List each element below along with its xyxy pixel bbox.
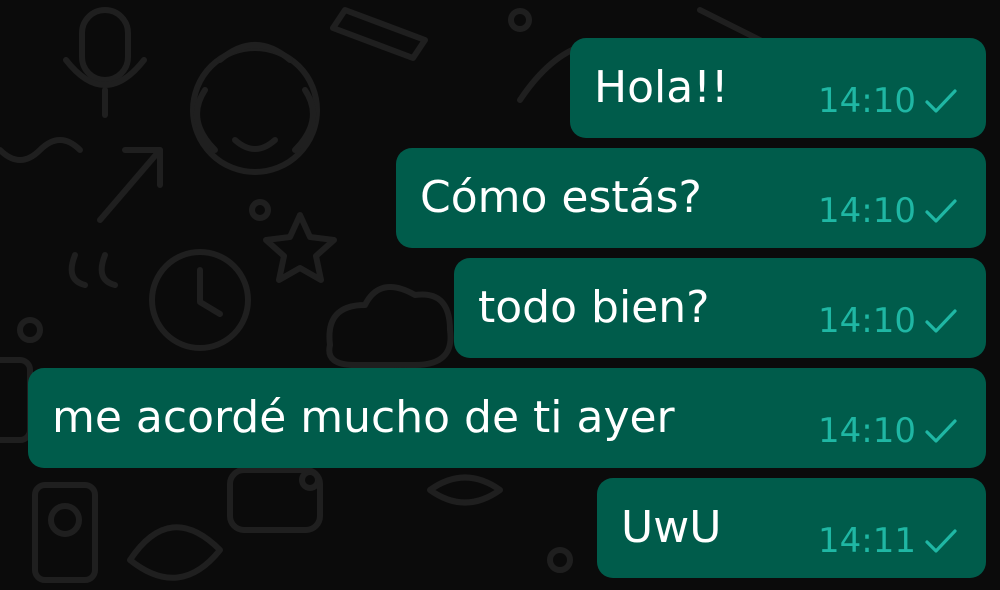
message-time: 14:10 [818, 301, 916, 341]
single-check-icon [924, 197, 958, 225]
arrow-doodle-icon [97, 147, 163, 223]
cloud-doodle-icon [326, 284, 454, 368]
message-bubble[interactable]: todo bien? 14:10 [454, 258, 986, 358]
single-check-icon [924, 417, 958, 445]
quote-doodle-icon [68, 252, 118, 288]
message-meta: 14:11 [818, 524, 958, 558]
message-meta: 14:10 [818, 194, 958, 228]
message-text: todo bien? [478, 282, 710, 333]
message-time: 14:10 [818, 81, 916, 121]
chat-window: Hola!! 14:10 Cómo estás? 14:10 todo bien… [0, 0, 1000, 590]
message-meta: 14:10 [818, 84, 958, 118]
message-bubble[interactable]: me acordé mucho de ti ayer 14:10 [28, 368, 986, 468]
star-doodle-icon [263, 212, 337, 283]
message-bubble[interactable]: Hola!! 14:10 [570, 38, 986, 138]
message-time: 14:10 [818, 411, 916, 451]
single-check-icon [924, 307, 958, 335]
message-text: me acordé mucho de ti ayer [52, 392, 675, 443]
message-text: Hola!! [594, 62, 729, 113]
message-time: 14:11 [818, 521, 916, 561]
monkey-doodle-icon [190, 42, 320, 175]
pencil-doodle-icon [330, 7, 428, 61]
microphone-doodle-icon [63, 7, 147, 118]
message-text: Cómo estás? [420, 172, 702, 223]
clock-doodle-icon [149, 249, 251, 351]
message-meta: 14:10 [818, 414, 958, 448]
message-time: 14:10 [818, 191, 916, 231]
single-check-icon [924, 87, 958, 115]
message-bubble[interactable]: UwU 14:11 [597, 478, 986, 578]
card-doodle-icon [32, 482, 98, 583]
message-text: UwU [621, 502, 722, 553]
message-bubble[interactable]: Cómo estás? 14:10 [396, 148, 986, 248]
message-meta: 14:10 [818, 304, 958, 338]
single-check-icon [924, 527, 958, 555]
